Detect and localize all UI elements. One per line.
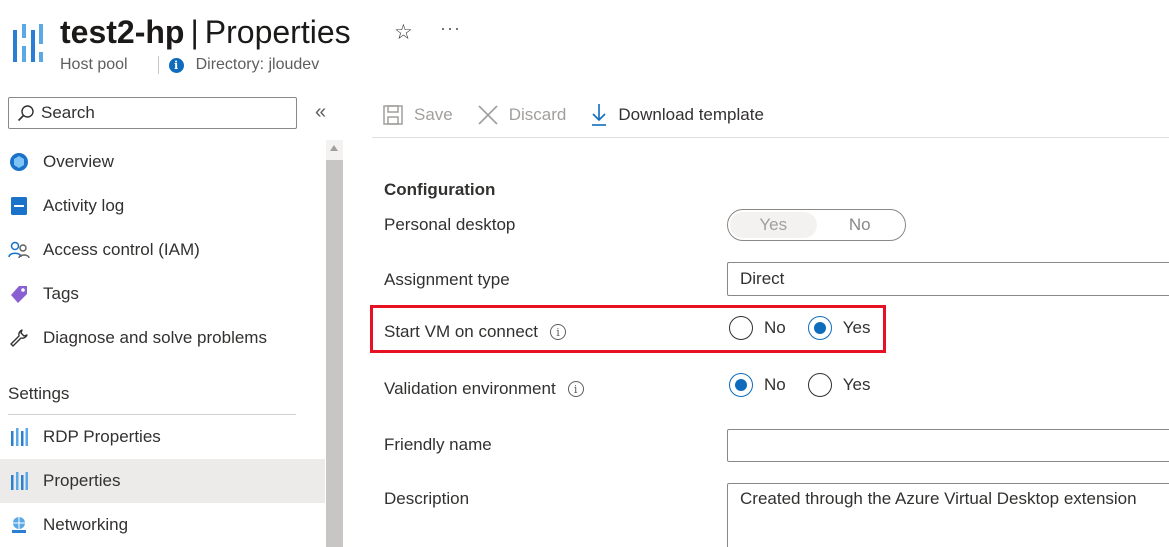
sidebar-scrollbar[interactable]: [326, 140, 343, 547]
sidebar-item-overview[interactable]: Overview: [0, 140, 325, 184]
wrench-icon: [8, 327, 30, 349]
page-title: test2-hp | Properties: [60, 12, 351, 52]
sidebar-item-diagnose[interactable]: Diagnose and solve problems: [0, 316, 325, 360]
toggle-option-yes[interactable]: Yes: [730, 212, 817, 238]
activity-log-icon: [8, 195, 30, 217]
sidebar-item-activity-log[interactable]: Activity log: [0, 184, 325, 228]
sidebar-item-label: Overview: [43, 152, 114, 171]
title-separator: |: [190, 14, 199, 50]
sidebar-item-label: Networking: [43, 515, 129, 534]
radio-label: Yes: [842, 375, 871, 394]
download-icon: [590, 103, 608, 127]
page-subtitle: Host pool i Directory: jloudev: [60, 56, 319, 74]
assignment-type-value: Direct: [740, 269, 785, 288]
resource-type: Host pool: [60, 56, 128, 73]
sidebar-item-rdp-properties[interactable]: RDP Properties: [0, 415, 325, 459]
friendly-name-field[interactable]: [727, 429, 1169, 462]
save-icon: [382, 104, 404, 126]
save-label: Save: [414, 104, 453, 124]
subtitle-divider: [157, 56, 159, 74]
assignment-type-field[interactable]: Direct: [727, 262, 1169, 296]
host-pool-icon: [8, 426, 30, 448]
discard-label: Discard: [508, 104, 567, 124]
more-options-button[interactable]: ···: [440, 18, 461, 39]
sidebar-item-label: Properties: [43, 471, 121, 490]
sidebar-item-label: Tags: [43, 284, 79, 303]
sidebar-item-networking[interactable]: Networking: [0, 503, 325, 547]
radio-circle-selected[interactable]: [729, 373, 753, 397]
sidebar-item-label: Activity log: [43, 196, 125, 215]
close-icon: [477, 104, 499, 126]
radio-circle[interactable]: [807, 373, 832, 397]
description-value: Created through the Azure Virtual Deskto…: [740, 489, 1137, 508]
sidebar-nav: Overview Activity log Access control (IA…: [0, 140, 325, 547]
networking-icon: [8, 514, 30, 536]
sidebar-item-tags[interactable]: Tags: [0, 272, 325, 316]
validation-env-radio-no[interactable]: No: [729, 373, 786, 397]
description-textarea[interactable]: Created through the Azure Virtual Deskto…: [727, 483, 1169, 547]
download-label: Download template: [618, 104, 764, 124]
scrollbar-thumb[interactable]: [326, 160, 343, 547]
host-pool-icon: [8, 470, 30, 492]
command-bar: Save Discard Download template: [372, 92, 1169, 138]
highlight-box: [370, 305, 886, 353]
friendly-name-label: Friendly name: [384, 435, 492, 454]
save-button[interactable]: Save: [382, 104, 453, 126]
personal-desktop-toggle[interactable]: Yes No: [727, 209, 906, 241]
sidebar-item-access-control[interactable]: Access control (IAM): [0, 228, 325, 272]
toggle-option-no[interactable]: No: [817, 212, 904, 238]
resource-name: test2-hp: [60, 14, 185, 50]
info-icon: i: [168, 57, 184, 73]
info-icon[interactable]: i: [567, 381, 584, 397]
collapse-sidebar-button[interactable]: «: [315, 101, 326, 124]
sidebar-item-label: Access control (IAM): [43, 240, 200, 259]
sidebar-search-box[interactable]: [8, 97, 297, 129]
personal-desktop-label: Personal desktop: [384, 215, 516, 234]
sidebar-item-label: Diagnose and solve problems: [43, 328, 267, 347]
download-template-button[interactable]: Download template: [590, 103, 764, 127]
overview-icon: [8, 151, 30, 173]
sidebar-item-label: RDP Properties: [43, 427, 161, 446]
validation-env-label: Validation environment i: [384, 379, 584, 399]
scroll-up-arrow-icon[interactable]: [330, 145, 338, 151]
search-icon: [17, 105, 34, 122]
sidebar-item-properties[interactable]: Properties: [0, 459, 325, 503]
sidebar-section-settings: Settings: [8, 384, 70, 403]
validation-env-label-text: Validation environment: [384, 379, 556, 398]
directory-label: Directory: jloudev: [195, 56, 320, 73]
configuration-heading: Configuration: [384, 180, 496, 199]
star-icon[interactable]: ☆: [394, 20, 413, 45]
validation-env-radio-yes[interactable]: Yes: [807, 373, 871, 397]
tag-icon: [8, 283, 30, 305]
description-label: Description: [384, 489, 470, 508]
access-control-icon: [8, 239, 30, 261]
search-input[interactable]: [41, 103, 281, 123]
assignment-type-label: Assignment type: [384, 270, 510, 289]
radio-label: No: [764, 375, 786, 394]
blade-name: Properties: [204, 14, 351, 50]
discard-button[interactable]: Discard: [477, 104, 567, 126]
validation-env-radio-group: No Yes: [729, 373, 892, 397]
host-pool-logo-icon: [13, 24, 43, 62]
